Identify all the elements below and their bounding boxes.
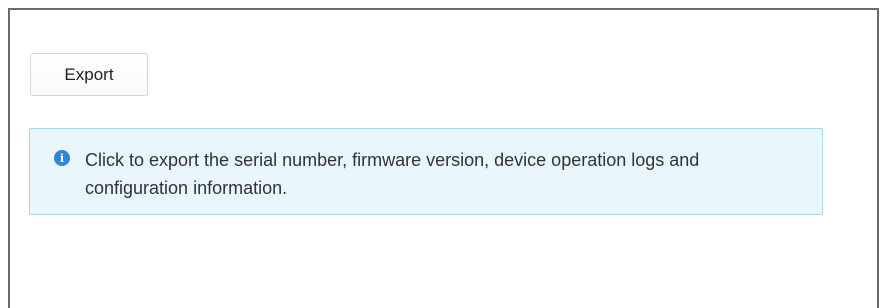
info-icon: i xyxy=(54,150,70,166)
info-notice: i Click to export the serial number, fir… xyxy=(29,128,823,215)
info-message: Click to export the serial number, firmw… xyxy=(85,150,700,198)
export-button[interactable]: Export xyxy=(30,53,148,96)
